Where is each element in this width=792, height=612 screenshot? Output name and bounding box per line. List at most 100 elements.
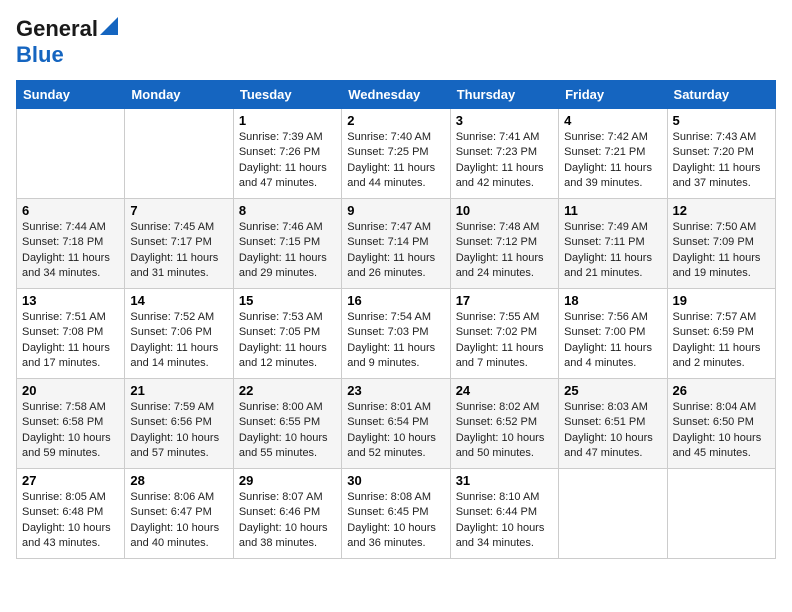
calendar-cell: 12 Sunrise: 7:50 AM Sunset: 7:09 PM Dayl… — [667, 199, 775, 289]
day-number: 26 — [673, 383, 770, 398]
calendar-week-3: 13 Sunrise: 7:51 AM Sunset: 7:08 PM Dayl… — [17, 289, 776, 379]
sunrise: Sunrise: 7:52 AM — [130, 311, 214, 323]
sunrise: Sunrise: 7:44 AM — [22, 221, 106, 233]
day-detail: Sunrise: 7:39 AM Sunset: 7:26 PM Dayligh… — [239, 130, 336, 192]
sunrise: Sunrise: 7:47 AM — [347, 221, 431, 233]
day-number: 3 — [456, 113, 553, 128]
day-number: 28 — [130, 473, 227, 488]
sunset: Sunset: 7:20 PM — [673, 146, 754, 158]
sunset: Sunset: 7:14 PM — [347, 236, 428, 248]
calendar-cell: 16 Sunrise: 7:54 AM Sunset: 7:03 PM Dayl… — [342, 289, 450, 379]
sunrise: Sunrise: 7:54 AM — [347, 311, 431, 323]
sunset: Sunset: 7:12 PM — [456, 236, 537, 248]
daylight: Daylight: 10 hours and 47 minutes. — [564, 432, 653, 459]
sunset: Sunset: 7:23 PM — [456, 146, 537, 158]
daylight: Daylight: 11 hours and 29 minutes. — [239, 252, 327, 279]
calendar-cell: 5 Sunrise: 7:43 AM Sunset: 7:20 PM Dayli… — [667, 109, 775, 199]
day-detail: Sunrise: 8:08 AM Sunset: 6:45 PM Dayligh… — [347, 490, 444, 552]
day-detail: Sunrise: 7:47 AM Sunset: 7:14 PM Dayligh… — [347, 220, 444, 282]
sunrise: Sunrise: 7:43 AM — [673, 131, 757, 143]
daylight: Daylight: 10 hours and 38 minutes. — [239, 522, 328, 549]
calendar-cell — [667, 469, 775, 559]
calendar-cell: 1 Sunrise: 7:39 AM Sunset: 7:26 PM Dayli… — [233, 109, 341, 199]
sunrise: Sunrise: 7:48 AM — [456, 221, 540, 233]
day-detail: Sunrise: 7:41 AM Sunset: 7:23 PM Dayligh… — [456, 130, 553, 192]
weekday-header-tuesday: Tuesday — [233, 81, 341, 109]
calendar-cell — [17, 109, 125, 199]
sunset: Sunset: 6:51 PM — [564, 416, 645, 428]
daylight: Daylight: 10 hours and 43 minutes. — [22, 522, 111, 549]
calendar-cell: 4 Sunrise: 7:42 AM Sunset: 7:21 PM Dayli… — [559, 109, 667, 199]
daylight: Daylight: 10 hours and 52 minutes. — [347, 432, 436, 459]
day-detail: Sunrise: 7:52 AM Sunset: 7:06 PM Dayligh… — [130, 310, 227, 372]
day-detail: Sunrise: 7:49 AM Sunset: 7:11 PM Dayligh… — [564, 220, 661, 282]
daylight: Daylight: 11 hours and 39 minutes. — [564, 162, 652, 189]
sunrise: Sunrise: 7:51 AM — [22, 311, 106, 323]
sunset: Sunset: 7:15 PM — [239, 236, 320, 248]
day-number: 19 — [673, 293, 770, 308]
sunset: Sunset: 6:55 PM — [239, 416, 320, 428]
sunset: Sunset: 6:54 PM — [347, 416, 428, 428]
logo-blue: Blue — [16, 42, 64, 67]
sunset: Sunset: 7:18 PM — [22, 236, 103, 248]
sunset: Sunset: 6:58 PM — [22, 416, 103, 428]
calendar-cell: 3 Sunrise: 7:41 AM Sunset: 7:23 PM Dayli… — [450, 109, 558, 199]
sunrise: Sunrise: 7:50 AM — [673, 221, 757, 233]
calendar-cell: 13 Sunrise: 7:51 AM Sunset: 7:08 PM Dayl… — [17, 289, 125, 379]
daylight: Daylight: 11 hours and 17 minutes. — [22, 342, 110, 369]
calendar-week-1: 1 Sunrise: 7:39 AM Sunset: 7:26 PM Dayli… — [17, 109, 776, 199]
calendar-cell: 25 Sunrise: 8:03 AM Sunset: 6:51 PM Dayl… — [559, 379, 667, 469]
day-detail: Sunrise: 7:51 AM Sunset: 7:08 PM Dayligh… — [22, 310, 119, 372]
sunset: Sunset: 7:21 PM — [564, 146, 645, 158]
calendar-cell: 6 Sunrise: 7:44 AM Sunset: 7:18 PM Dayli… — [17, 199, 125, 289]
sunrise: Sunrise: 8:00 AM — [239, 401, 323, 413]
daylight: Daylight: 11 hours and 2 minutes. — [673, 342, 761, 369]
sunset: Sunset: 7:08 PM — [22, 326, 103, 338]
sunset: Sunset: 6:59 PM — [673, 326, 754, 338]
sunset: Sunset: 7:25 PM — [347, 146, 428, 158]
day-number: 6 — [22, 203, 119, 218]
sunrise: Sunrise: 8:06 AM — [130, 491, 214, 503]
weekday-header-friday: Friday — [559, 81, 667, 109]
daylight: Daylight: 11 hours and 14 minutes. — [130, 342, 218, 369]
day-detail: Sunrise: 7:48 AM Sunset: 7:12 PM Dayligh… — [456, 220, 553, 282]
calendar-cell: 20 Sunrise: 7:58 AM Sunset: 6:58 PM Dayl… — [17, 379, 125, 469]
day-detail: Sunrise: 8:04 AM Sunset: 6:50 PM Dayligh… — [673, 400, 770, 462]
daylight: Daylight: 11 hours and 4 minutes. — [564, 342, 652, 369]
day-number: 20 — [22, 383, 119, 398]
calendar-cell — [559, 469, 667, 559]
day-number: 29 — [239, 473, 336, 488]
daylight: Daylight: 10 hours and 45 minutes. — [673, 432, 762, 459]
day-number: 27 — [22, 473, 119, 488]
day-detail: Sunrise: 7:44 AM Sunset: 7:18 PM Dayligh… — [22, 220, 119, 282]
daylight: Daylight: 11 hours and 24 minutes. — [456, 252, 544, 279]
sunrise: Sunrise: 7:56 AM — [564, 311, 648, 323]
daylight: Daylight: 10 hours and 55 minutes. — [239, 432, 328, 459]
calendar-cell: 7 Sunrise: 7:45 AM Sunset: 7:17 PM Dayli… — [125, 199, 233, 289]
sunrise: Sunrise: 7:53 AM — [239, 311, 323, 323]
sunrise: Sunrise: 7:40 AM — [347, 131, 431, 143]
calendar-week-5: 27 Sunrise: 8:05 AM Sunset: 6:48 PM Dayl… — [17, 469, 776, 559]
day-detail: Sunrise: 8:01 AM Sunset: 6:54 PM Dayligh… — [347, 400, 444, 462]
sunset: Sunset: 7:00 PM — [564, 326, 645, 338]
daylight: Daylight: 11 hours and 42 minutes. — [456, 162, 544, 189]
day-detail: Sunrise: 7:58 AM Sunset: 6:58 PM Dayligh… — [22, 400, 119, 462]
day-detail: Sunrise: 7:40 AM Sunset: 7:25 PM Dayligh… — [347, 130, 444, 192]
daylight: Daylight: 11 hours and 7 minutes. — [456, 342, 544, 369]
day-detail: Sunrise: 7:56 AM Sunset: 7:00 PM Dayligh… — [564, 310, 661, 372]
daylight: Daylight: 11 hours and 44 minutes. — [347, 162, 435, 189]
day-number: 24 — [456, 383, 553, 398]
sunrise: Sunrise: 8:03 AM — [564, 401, 648, 413]
daylight: Daylight: 10 hours and 40 minutes. — [130, 522, 219, 549]
day-number: 23 — [347, 383, 444, 398]
daylight: Daylight: 11 hours and 21 minutes. — [564, 252, 652, 279]
calendar-cell: 15 Sunrise: 7:53 AM Sunset: 7:05 PM Dayl… — [233, 289, 341, 379]
page-header: General Blue — [16, 16, 776, 68]
sunset: Sunset: 6:48 PM — [22, 506, 103, 518]
day-number: 9 — [347, 203, 444, 218]
calendar-week-2: 6 Sunrise: 7:44 AM Sunset: 7:18 PM Dayli… — [17, 199, 776, 289]
sunset: Sunset: 6:44 PM — [456, 506, 537, 518]
weekday-header-saturday: Saturday — [667, 81, 775, 109]
sunset: Sunset: 6:50 PM — [673, 416, 754, 428]
day-detail: Sunrise: 8:10 AM Sunset: 6:44 PM Dayligh… — [456, 490, 553, 552]
